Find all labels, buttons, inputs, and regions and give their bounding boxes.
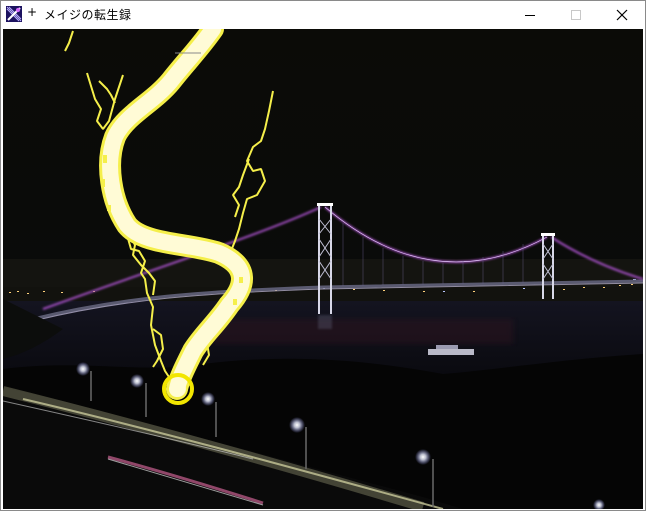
night-bridge-scene <box>3 29 643 509</box>
window-title: メイジの転生録 <box>44 8 132 22</box>
game-window: + メイジの転生録 <box>0 0 646 511</box>
maximize-icon <box>571 9 581 20</box>
water-reflection <box>213 319 513 344</box>
minimize-icon <box>525 14 535 16</box>
maximize-button[interactable] <box>553 1 599 28</box>
game-canvas[interactable] <box>3 29 643 509</box>
title-bar[interactable]: + メイジの転生録 <box>1 1 645 28</box>
title-marker: + <box>27 5 38 19</box>
minimize-button[interactable] <box>507 1 553 28</box>
close-button[interactable] <box>599 1 645 28</box>
app-icon <box>6 6 22 22</box>
close-icon <box>616 9 628 20</box>
